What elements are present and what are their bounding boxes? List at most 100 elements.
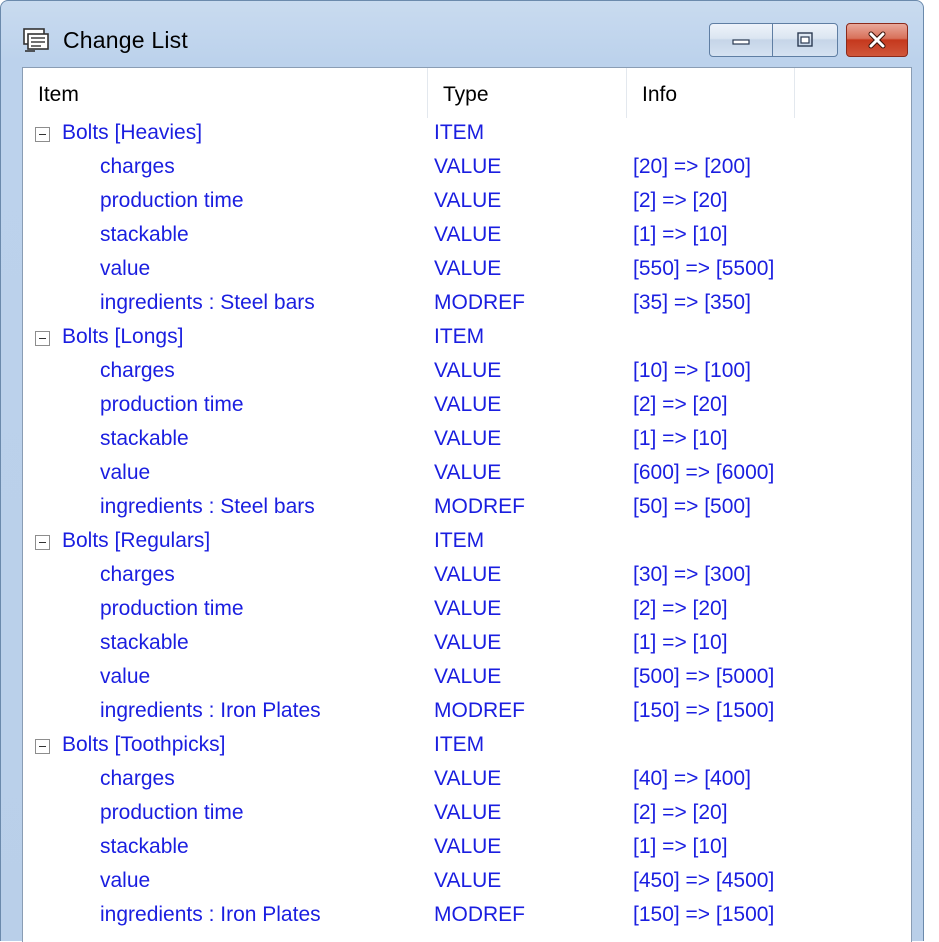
tree-group-row[interactable]: Bolts [Longs] ITEM xyxy=(23,321,911,355)
minimize-icon xyxy=(732,39,750,45)
child-type: VALUE xyxy=(434,359,502,382)
tree-child-row[interactable]: stackable VALUE [1] => [10] xyxy=(23,831,911,865)
tree-child-row[interactable]: charges VALUE [30] => [300] xyxy=(23,559,911,593)
tree-child-row[interactable]: ingredients : Steel bars MODREF [35] => [3… xyxy=(23,287,911,321)
tree-child-row[interactable]: production time VALUE [2] => [20] xyxy=(23,389,911,423)
child-type: VALUE xyxy=(434,563,502,586)
child-info: [2] => [20] xyxy=(633,189,728,212)
group-type: ITEM xyxy=(434,325,485,348)
column-header: Item Type Info xyxy=(23,68,911,118)
child-type: VALUE xyxy=(434,223,502,246)
tree-group-row[interactable]: Bolts [Heavies] ITEM xyxy=(23,117,911,151)
child-info: [150] => [1500] xyxy=(633,903,775,926)
child-info: [40] => [400] xyxy=(633,767,751,790)
child-label: ingredients : Steel bars xyxy=(100,495,315,518)
child-info: [50] => [500] xyxy=(633,495,751,518)
close-button[interactable] xyxy=(846,23,908,57)
tree-group-row[interactable]: Bolts [Toothpicks] ITEM xyxy=(23,729,911,763)
collapse-minus-icon[interactable] xyxy=(35,331,50,346)
close-icon xyxy=(868,31,886,49)
group-type: ITEM xyxy=(434,121,485,144)
child-label: stackable xyxy=(100,835,189,858)
collapse-minus-icon[interactable] xyxy=(35,739,50,754)
child-label: ingredients : Iron Plates xyxy=(100,699,321,722)
child-info: [1] => [10] xyxy=(633,631,728,654)
child-label: production time xyxy=(100,393,244,416)
child-info: [20] => [200] xyxy=(633,155,751,178)
child-label: value xyxy=(100,665,151,688)
child-label: ingredients : Steel bars xyxy=(100,291,315,314)
child-info: [1] => [10] xyxy=(633,427,728,450)
child-type: MODREF xyxy=(434,495,525,518)
tree-child-row[interactable]: charges VALUE [20] => [200] xyxy=(23,151,911,185)
child-label: value xyxy=(100,869,151,892)
child-info: [1] => [10] xyxy=(633,835,728,858)
child-label: value xyxy=(100,257,151,280)
child-type: VALUE xyxy=(434,631,502,654)
tree-child-row[interactable]: value VALUE [600] => [6000] xyxy=(23,457,911,491)
group-type: ITEM xyxy=(434,733,485,756)
child-label: stackable xyxy=(100,427,189,450)
child-type: VALUE xyxy=(434,665,502,688)
child-info: [2] => [20] xyxy=(633,597,728,620)
child-type: VALUE xyxy=(434,461,502,484)
group-label: Bolts [Heavies] xyxy=(62,121,203,144)
child-type: VALUE xyxy=(434,597,502,620)
child-type: VALUE xyxy=(434,393,502,416)
child-info: [500] => [5000] xyxy=(633,665,775,688)
child-type: VALUE xyxy=(434,835,502,858)
tree-child-row[interactable]: stackable VALUE [1] => [10] xyxy=(23,219,911,253)
child-type: VALUE xyxy=(434,189,502,212)
tree-child-row[interactable]: ingredients : Steel bars MODREF [50] => [5… xyxy=(23,491,911,525)
tree-child-row[interactable]: production time VALUE [2] => [20] xyxy=(23,185,911,219)
tree-group-row[interactable]: Bolts [Regulars] ITEM xyxy=(23,525,911,559)
change-list-tree-view[interactable]: Item Type Info Bolts [Heavies] ITEM charge… xyxy=(22,67,912,942)
tree-child-row[interactable]: charges VALUE [10] => [100] xyxy=(23,355,911,389)
tree-child-row[interactable]: value VALUE [450] => [4500] xyxy=(23,865,911,899)
change-list-app-icon xyxy=(23,28,49,52)
collapse-minus-icon[interactable] xyxy=(35,127,50,142)
change-list-window: Change List Item Type Info Bolts [Heavie… xyxy=(0,0,924,942)
child-type: VALUE xyxy=(434,767,502,790)
child-label: ingredients : Iron Plates xyxy=(100,903,321,926)
tree-child-row[interactable]: stackable VALUE [1] => [10] xyxy=(23,627,911,661)
child-info: [600] => [6000] xyxy=(633,461,775,484)
tree-child-row[interactable]: value VALUE [550] => [5500] xyxy=(23,253,911,287)
group-label: Bolts [Toothpicks] xyxy=(62,733,226,756)
column-header-item[interactable]: Item xyxy=(23,68,428,118)
minimize-button[interactable] xyxy=(709,23,773,57)
child-label: production time xyxy=(100,801,244,824)
child-label: production time xyxy=(100,597,244,620)
tree-child-row[interactable]: ingredients : Iron Plates MODREF [150] => … xyxy=(23,695,911,729)
collapse-minus-icon[interactable] xyxy=(35,535,50,550)
column-header-type[interactable]: Type xyxy=(428,68,627,118)
child-label: production time xyxy=(100,189,244,212)
maximize-button[interactable] xyxy=(772,23,838,57)
child-info: [150] => [1500] xyxy=(633,699,775,722)
child-label: charges xyxy=(100,359,175,382)
child-label: value xyxy=(100,461,151,484)
child-info: [1] => [10] xyxy=(633,223,728,246)
child-type: VALUE xyxy=(434,155,502,178)
window-title: Change List xyxy=(63,27,188,53)
child-info: [2] => [20] xyxy=(633,801,728,824)
child-type: VALUE xyxy=(434,801,502,824)
column-header-info[interactable]: Info xyxy=(627,68,795,118)
child-type: VALUE xyxy=(434,257,502,280)
tree-child-row[interactable]: charges VALUE [40] => [400] xyxy=(23,763,911,797)
tree-child-row[interactable]: value VALUE [500] => [5000] xyxy=(23,661,911,695)
child-label: charges xyxy=(100,767,175,790)
child-label: stackable xyxy=(100,223,189,246)
title-bar[interactable]: Change List xyxy=(1,1,923,67)
child-label: charges xyxy=(100,155,175,178)
tree-child-row[interactable]: production time VALUE [2] => [20] xyxy=(23,593,911,627)
child-info: [2] => [20] xyxy=(633,393,728,416)
child-info: [450] => [4500] xyxy=(633,869,775,892)
child-type: VALUE xyxy=(434,869,502,892)
tree-child-row[interactable]: ingredients : Iron Plates MODREF [150] => … xyxy=(23,899,911,933)
child-label: stackable xyxy=(100,631,189,654)
tree-child-row[interactable]: production time VALUE [2] => [20] xyxy=(23,797,911,831)
tree-child-row[interactable]: stackable VALUE [1] => [10] xyxy=(23,423,911,457)
child-info: [30] => [300] xyxy=(633,563,751,586)
child-type: MODREF xyxy=(434,903,525,926)
